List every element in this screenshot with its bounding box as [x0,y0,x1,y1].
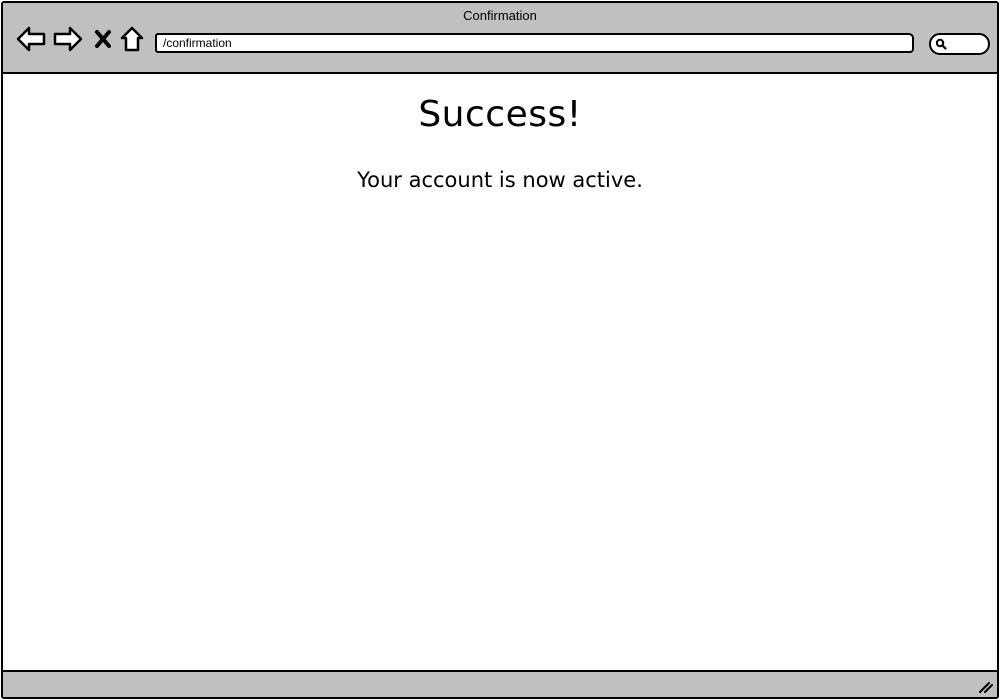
browser-toolbar: Confirmation /confirmation [3,3,997,74]
search-field[interactable] [929,33,990,55]
forward-button[interactable] [51,23,85,55]
status-bar [3,670,997,697]
forward-arrow-icon [53,26,83,52]
page-content: Success! Your account is now active. [3,74,997,671]
back-arrow-icon [16,26,46,52]
close-x-icon [95,30,111,48]
stop-button[interactable] [91,23,115,55]
window-title: Confirmation [463,8,537,23]
search-icon [935,38,947,50]
confirmation-message: Your account is now active. [357,168,643,192]
browser-window: Confirmation /confirmation Success! Your… [1,1,999,699]
page-title: Success! [418,94,582,135]
home-icon [120,26,144,52]
resize-grip-icon[interactable] [977,678,993,694]
address-bar[interactable]: /confirmation [155,33,914,53]
home-button[interactable] [118,23,146,55]
back-button[interactable] [15,23,47,55]
